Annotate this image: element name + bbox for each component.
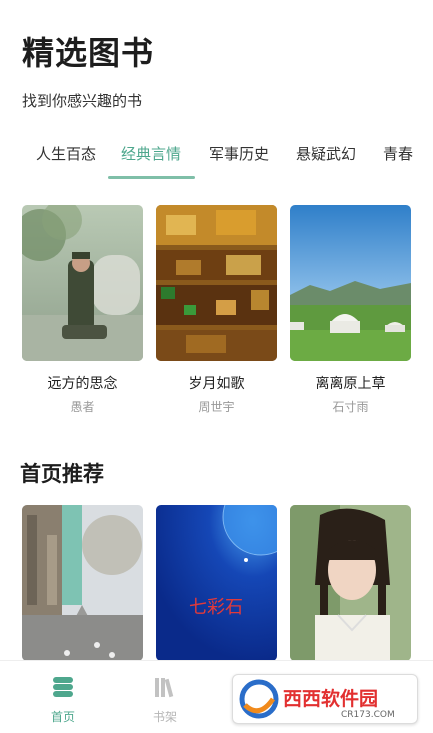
nav-item-home[interactable]: 首页: [23, 661, 103, 733]
watermark-url: CR173.COM: [341, 710, 395, 720]
book-card[interactable]: 远方的思念 愚者: [22, 205, 143, 415]
bookshelf-icon: [155, 678, 174, 698]
nav-label-bookshelf: 书架: [152, 710, 177, 724]
tab-military-history[interactable]: 军事历史: [203, 140, 275, 182]
book-card[interactable]: 岁月如歌 周世宇: [156, 205, 277, 415]
cover-text: 七彩石: [189, 597, 243, 618]
book-title: 岁月如歌: [188, 376, 245, 392]
watermark-text: 西西软件园: [283, 687, 378, 710]
watermark-logo: 西西软件园 CR173.COM: [232, 674, 418, 724]
book-cover: [290, 205, 411, 361]
book-author: 石寸雨: [332, 400, 369, 414]
section-title-recommend: 首页推荐: [20, 462, 104, 486]
recommend-book-cover[interactable]: 七彩石: [156, 505, 277, 661]
category-tabs: 人生百态 经典言情 军事历史 悬疑武幻 青春: [0, 140, 433, 182]
nav-label-home: 首页: [50, 710, 75, 724]
tab-mystery-fantasy[interactable]: 悬疑武幻: [290, 140, 362, 182]
book-title: 远方的思念: [47, 376, 118, 392]
book-author: 周世宇: [198, 400, 235, 414]
tab-youth[interactable]: 青春: [378, 140, 418, 182]
page-subtitle: 找到你感兴趣的书: [22, 92, 143, 110]
recommend-book-cover[interactable]: [22, 505, 143, 661]
active-tab-indicator: [108, 176, 195, 179]
nav-item-bookshelf[interactable]: 书架: [125, 661, 205, 733]
home-icon: [53, 677, 73, 697]
book-cover: [22, 205, 143, 361]
book-cover: [156, 205, 277, 361]
recommend-book-cover[interactable]: [290, 505, 411, 661]
page-title: 精选图书: [22, 34, 155, 72]
book-author: 愚者: [70, 400, 95, 414]
tab-life[interactable]: 人生百态: [30, 140, 102, 182]
book-title: 离离原上草: [315, 376, 386, 392]
book-card[interactable]: 离离原上草 石寸雨: [290, 205, 411, 415]
